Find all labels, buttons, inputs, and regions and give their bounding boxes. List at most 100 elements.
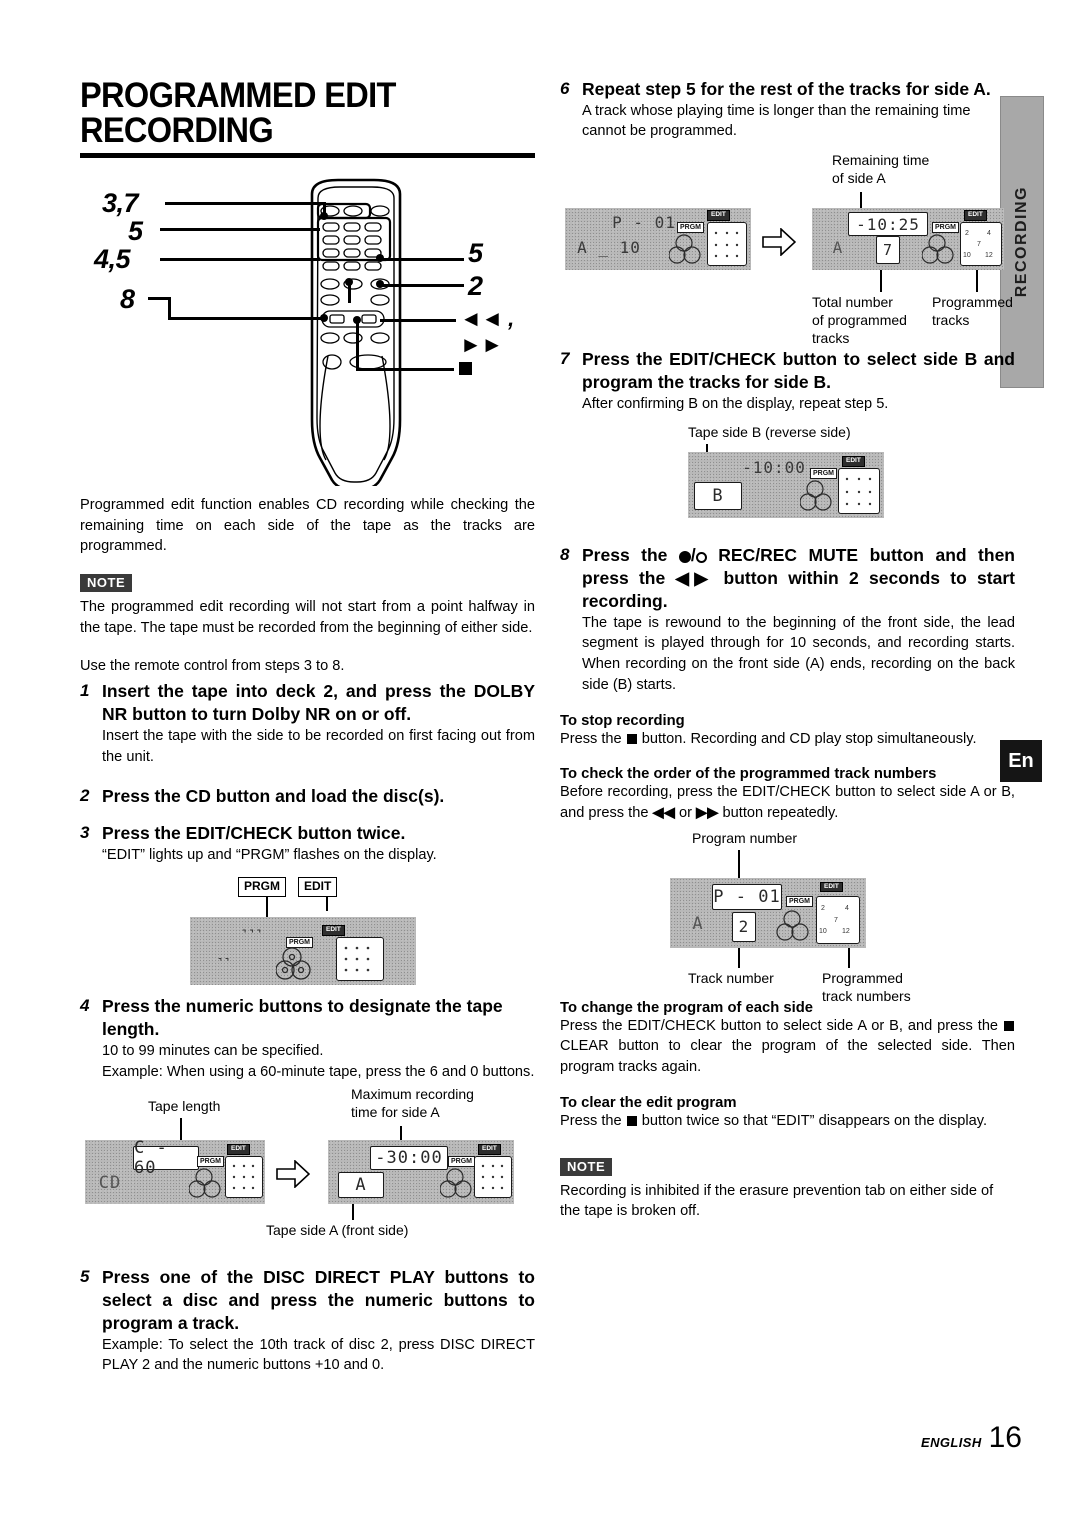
step-4-number: 4 [80,996,90,1016]
step-5: 5 Press one of the DISC DIRECT PLAY butt… [80,1266,535,1334]
svg-text:4: 4 [987,230,991,237]
dot-5b [376,254,384,262]
lcd-prgm-indicator-2: PRGM [197,1156,224,1168]
note-text-2: Recording is inhibited if the erasure pr… [560,1182,994,1220]
dot-stop [353,316,361,324]
leader-stop-v [356,318,359,368]
leader-edit [326,897,328,912]
lcd-program-sub: A _ 10 [577,237,641,257]
leader-total [880,270,882,293]
caption-programmed-track-numbers: Programmed track numbers [822,969,911,1004]
page-footer: ENGLISH 16 [921,1421,1022,1455]
section-change-program-body: Press the EDIT/CHECK button to select si… [560,1016,1015,1078]
caption-program-number: Program number [692,829,798,846]
check-post: button repeatedly. [718,804,839,821]
lcd-edit-indicator-7: EDIT [820,881,843,893]
page-title: PROGRAMMED EDIT RECORDING [80,76,396,150]
lcd-prgm-indicator-7: PRGM [786,895,813,907]
step-4-heading: Press the numeric buttons to designate t… [102,996,503,1040]
caption-remaining-time: Remaining time of side A [832,152,930,187]
lcd-tape-length-sub: CD [98,1173,122,1194]
leader-5b [380,258,464,261]
lcd-side-indicator: A [338,1172,384,1199]
lcd-remaining-sub: A [832,237,844,257]
step-3-number: 3 [80,823,90,842]
step-1: 1 Insert the tape into deck 2, and press… [80,680,535,726]
change-pre: Press the EDIT/CHECK button to select si… [560,1017,1003,1034]
lcd-program-number: P - 01 A 2 PRGM EDIT 2 4 7 10 12 [670,877,866,948]
record-dot-icon [678,551,691,564]
leader-side-a [352,1204,354,1221]
step-5-number: 5 [80,1267,90,1287]
leader-3-7 [165,202,325,205]
dot-2 [376,280,384,288]
step-8-heading: Press the / REC/REC MUTE button and then… [582,545,1015,611]
lcd-side-b: -10:00 B PRGM EDIT [688,452,884,519]
figure-remaining-time: Remaining time of side A P - 01 A _ 10 P… [560,152,1015,346]
title-underline [80,153,535,158]
stop-square-icon [459,362,472,375]
step-7: 7 Press the EDIT/CHECK button to select … [560,348,1015,394]
leader-stop-h [356,368,454,371]
dot-8b [345,278,353,286]
step-1-body: Insert the tape with the side to be reco… [102,727,535,765]
svg-text:7: 7 [977,241,981,248]
remote-callout-8: 8 [120,284,135,314]
leader-skip [380,319,456,322]
remote-callout-5a: 5 [128,216,143,246]
left-column: PROGRAMMED EDIT RECORDING 3,7 5 4,5 8 5 … [80,78,535,1376]
leader-prgm [266,897,268,920]
step-4-body: 10 to 99 minutes can be specified. Examp… [102,1042,535,1080]
lcd-track-grid [336,937,384,982]
lcd-total-count: 7 [876,236,900,265]
arrow-right-icon-2 [762,228,796,257]
remote-callout-5b: 5 [468,238,483,268]
step-6-body: A track whose playing time is longer tha… [582,102,971,140]
step-2-number: 2 [80,786,90,806]
dot-3-7 [320,212,328,220]
lcd-max-time-value: -30:00 [370,1146,448,1171]
step-8-body: The tape is rewound to the beginning of … [582,614,1015,693]
lcd-display-prgm: ˺˺˺ ˺˺ PRGM EDIT [190,917,416,986]
lcd-prgm-indicator-6: PRGM [810,468,837,480]
right-column: 6 Repeat step 5 for the rest of the trac… [560,78,1015,1222]
step-6-number: 6 [560,79,570,98]
leader-8-v [168,297,171,319]
section-change-program-heading: To change the program of each side [560,999,813,1016]
step-3-body: “EDIT” lights up and “PRGM” flashes on t… [102,846,437,863]
step-1-heading: Insert the tape into deck 2, and press t… [102,681,535,725]
svg-text:2: 2 [965,230,969,237]
lcd-program-number-sub: A [692,913,704,934]
callout-prgm-label: PRGM [238,877,286,897]
remote-callout-4-5: 4,5 [94,244,131,274]
svg-text:12: 12 [985,252,993,259]
lcd-side-b-value: -10:00 [742,457,806,477]
leader-max-time [400,1126,402,1141]
check-mid: or [674,804,697,821]
stop-square-icon-2 [626,733,637,744]
leader-programmed-track-numbers [848,947,850,968]
footer-language: ENGLISH [921,1435,982,1450]
lcd-edit-indicator-6: EDIT [842,456,865,467]
step-7-body: After confirming B on the display, repea… [582,395,889,412]
clear-post: button twice so that “EDIT” disappears o… [637,1112,988,1129]
step-5-heading: Press one of the DISC DIRECT PLAY button… [102,1267,535,1333]
clear-square-icon [1004,1020,1014,1031]
note-badge-1: NOTE [80,574,133,593]
lcd-top-digits: ˺˺˺ [241,924,263,947]
svg-text:7: 7 [834,917,838,924]
lcd-track-number-value: 2 [732,911,756,942]
section-clear-edit-body: Press the button twice so that “EDIT” di… [560,1111,1015,1132]
lcd-track-grid-3 [474,1156,512,1199]
step-5-body: Example: To select the 10th track of dis… [102,1336,535,1374]
lcd-tape-length: C - 60 CD PRGM EDIT [85,1140,265,1205]
step-4: 4 Press the numeric buttons to designate… [80,995,535,1041]
section-check-order-heading: To check the order of the programmed tra… [560,766,937,783]
leader-track-number [738,947,740,968]
lcd-edit-indicator-2: EDIT [227,1144,250,1155]
rewind-icon: ◀◀ [652,804,675,821]
lcd-disc-icons [276,947,311,981]
leader-8-h [148,297,170,300]
section-stop-recording-heading: To stop recording [560,712,685,729]
caption-max-time: Maximum recording time for side A [351,1086,474,1121]
